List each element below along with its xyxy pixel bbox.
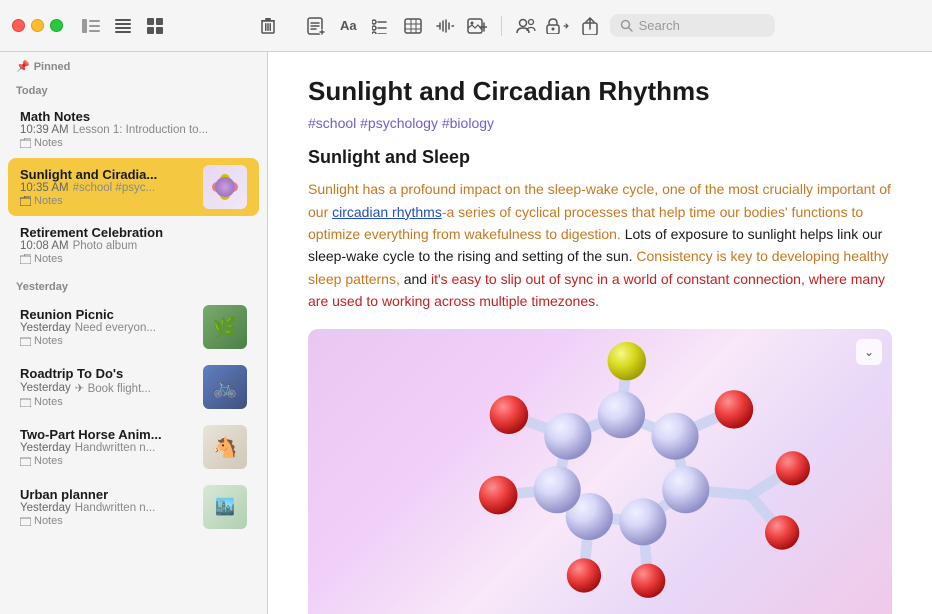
note-meta: Yesterday ✈ Book flight...	[20, 381, 193, 395]
note-meta: 10:08 AM Photo album	[20, 240, 247, 252]
note-info: Urban planner Yesterday Handwritten n...…	[20, 487, 193, 527]
close-button[interactable]	[12, 19, 25, 32]
table-icon[interactable]	[401, 14, 425, 38]
note-meta: Yesterday Handwritten n...	[20, 502, 193, 514]
note-folder: Notes	[20, 137, 247, 149]
note-folder: Notes	[20, 335, 193, 347]
note-title: Math Notes	[20, 109, 247, 124]
search-icon	[620, 19, 633, 32]
note-item-urban-planner[interactable]: Urban planner Yesterday Handwritten n...…	[8, 478, 259, 536]
note-item-reunion-picnic[interactable]: Reunion Picnic Yesterday Need everyon...…	[8, 298, 259, 356]
note-info: Reunion Picnic Yesterday Need everyon...…	[20, 307, 193, 347]
note-info: Two-Part Horse Anim... Yesterday Handwri…	[20, 427, 193, 467]
note-folder: Notes	[20, 396, 193, 408]
sidebar-toggle-icon[interactable]	[79, 14, 103, 38]
note-meta: 10:39 AM Lesson 1: Introduction to...	[20, 124, 247, 136]
note-thumbnail-urban	[203, 485, 247, 529]
note-meta: 10:35 AM #school #psyc...	[20, 182, 193, 194]
note-info: Sunlight and Ciradia... 10:35 AM #school…	[20, 167, 193, 207]
note-body-paragraph: Sunlight has a profound impact on the sl…	[308, 178, 892, 312]
note-title: Two-Part Horse Anim...	[20, 427, 193, 442]
note-folder: Notes	[20, 195, 193, 207]
note-folder: Notes	[20, 515, 193, 527]
today-section-header: Today	[0, 77, 267, 101]
note-item-roadtrip[interactable]: Roadtrip To Do's Yesterday ✈ Book flight…	[8, 358, 259, 416]
note-title: Retirement Celebration	[20, 225, 247, 240]
pin-icon: 📌	[16, 60, 30, 73]
note-title: Sunlight and Ciradia...	[20, 167, 193, 182]
pinned-section-header: 📌 Pinned	[0, 52, 267, 77]
body-text-and: and	[400, 271, 431, 287]
minimize-button[interactable]	[31, 19, 44, 32]
toolbar-left	[12, 14, 280, 38]
note-folder: Notes	[20, 455, 193, 467]
toolbar-right: Aa	[288, 14, 920, 38]
trash-icon[interactable]	[256, 14, 280, 38]
note-info: Retirement Celebration 10:08 AM Photo al…	[20, 225, 247, 265]
note-editor[interactable]: Sunlight and Circadian Rhythms #school #…	[268, 52, 932, 614]
lock-icon[interactable]	[546, 14, 570, 38]
note-thumbnail-roadtrip	[203, 365, 247, 409]
body-text-circadian-link[interactable]: circadian rhythms	[332, 204, 442, 220]
note-thumbnail-horse	[203, 425, 247, 469]
note-item-retirement[interactable]: Retirement Celebration 10:08 AM Photo al…	[8, 218, 259, 272]
note-item-math-notes[interactable]: Math Notes 10:39 AM Lesson 1: Introducti…	[8, 102, 259, 156]
note-section-title: Sunlight and Sleep	[308, 147, 892, 168]
media-insert-icon[interactable]	[465, 14, 489, 38]
note-title: Urban planner	[20, 487, 193, 502]
molecule-illustration	[308, 329, 892, 614]
checklist-icon[interactable]	[369, 14, 393, 38]
traffic-lights	[12, 19, 63, 32]
toolbar-divider	[501, 16, 502, 36]
note-info: Math Notes 10:39 AM Lesson 1: Introducti…	[20, 109, 247, 149]
note-main-title: Sunlight and Circadian Rhythms	[308, 76, 892, 107]
note-tags: #school #psychology #biology	[308, 115, 892, 131]
note-meta: Yesterday Handwritten n...	[20, 442, 193, 454]
note-title: Reunion Picnic	[20, 307, 193, 322]
note-thumbnail-picnic	[203, 305, 247, 349]
note-thumbnail-molecular	[203, 165, 247, 209]
sidebar: 📌 Pinned Today Math Notes 10:39 AM Lesso…	[0, 52, 268, 614]
note-meta: Yesterday Need everyon...	[20, 322, 193, 334]
new-note-icon[interactable]	[304, 14, 328, 38]
list-view-icon[interactable]	[111, 14, 135, 38]
audio-icon[interactable]	[433, 14, 457, 38]
note-image-container: ⌄	[308, 329, 892, 614]
format-text-icon[interactable]: Aa	[336, 14, 361, 38]
note-item-horse-anim[interactable]: Two-Part Horse Anim... Yesterday Handwri…	[8, 418, 259, 476]
title-bar: Aa	[0, 0, 932, 52]
yesterday-section-header: Yesterday	[0, 273, 267, 297]
collaborate-icon[interactable]	[514, 14, 538, 38]
maximize-button[interactable]	[50, 19, 63, 32]
grid-view-icon[interactable]	[143, 14, 167, 38]
share-icon[interactable]	[578, 14, 602, 38]
note-title: Roadtrip To Do's	[20, 366, 193, 381]
note-info: Roadtrip To Do's Yesterday ✈ Book flight…	[20, 366, 193, 408]
note-folder: Notes	[20, 253, 247, 265]
search-bar[interactable]: Search	[610, 14, 775, 37]
search-placeholder: Search	[639, 18, 680, 33]
main-content: 📌 Pinned Today Math Notes 10:39 AM Lesso…	[0, 52, 932, 614]
note-item-sunlight-circadian[interactable]: Sunlight and Ciradia... 10:35 AM #school…	[8, 158, 259, 216]
